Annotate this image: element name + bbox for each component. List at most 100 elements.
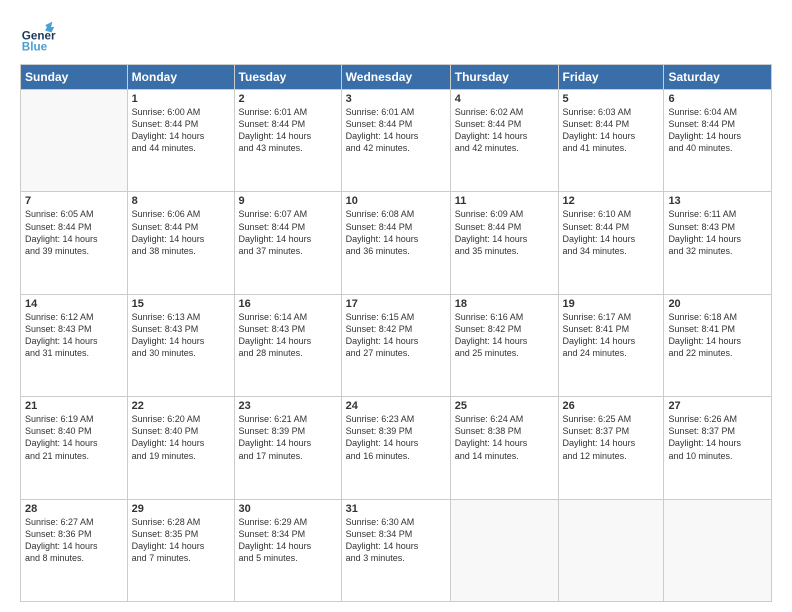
svg-text:Blue: Blue (22, 40, 48, 53)
calendar-cell: 4Sunrise: 6:02 AM Sunset: 8:44 PM Daylig… (450, 90, 558, 192)
day-info: Sunrise: 6:13 AM Sunset: 8:43 PM Dayligh… (132, 311, 230, 360)
calendar-cell: 25Sunrise: 6:24 AM Sunset: 8:38 PM Dayli… (450, 397, 558, 499)
calendar-cell: 24Sunrise: 6:23 AM Sunset: 8:39 PM Dayli… (341, 397, 450, 499)
calendar-cell: 31Sunrise: 6:30 AM Sunset: 8:34 PM Dayli… (341, 499, 450, 601)
day-number: 19 (563, 298, 660, 310)
day-info: Sunrise: 6:15 AM Sunset: 8:42 PM Dayligh… (346, 311, 446, 360)
day-number: 2 (239, 93, 337, 105)
day-info: Sunrise: 6:00 AM Sunset: 8:44 PM Dayligh… (132, 106, 230, 155)
calendar-cell: 30Sunrise: 6:29 AM Sunset: 8:34 PM Dayli… (234, 499, 341, 601)
calendar-dow-saturday: Saturday (664, 65, 772, 90)
calendar-cell: 26Sunrise: 6:25 AM Sunset: 8:37 PM Dayli… (558, 397, 664, 499)
day-number: 10 (346, 195, 446, 207)
day-info: Sunrise: 6:09 AM Sunset: 8:44 PM Dayligh… (455, 208, 554, 257)
day-info: Sunrise: 6:29 AM Sunset: 8:34 PM Dayligh… (239, 516, 337, 565)
day-number: 16 (239, 298, 337, 310)
day-number: 29 (132, 503, 230, 515)
calendar-cell: 19Sunrise: 6:17 AM Sunset: 8:41 PM Dayli… (558, 294, 664, 396)
calendar-week-5: 28Sunrise: 6:27 AM Sunset: 8:36 PM Dayli… (21, 499, 772, 601)
day-number: 9 (239, 195, 337, 207)
calendar-dow-friday: Friday (558, 65, 664, 90)
calendar-week-3: 14Sunrise: 6:12 AM Sunset: 8:43 PM Dayli… (21, 294, 772, 396)
day-info: Sunrise: 6:28 AM Sunset: 8:35 PM Dayligh… (132, 516, 230, 565)
day-info: Sunrise: 6:08 AM Sunset: 8:44 PM Dayligh… (346, 208, 446, 257)
day-number: 21 (25, 400, 123, 412)
day-info: Sunrise: 6:10 AM Sunset: 8:44 PM Dayligh… (563, 208, 660, 257)
day-number: 14 (25, 298, 123, 310)
day-info: Sunrise: 6:04 AM Sunset: 8:44 PM Dayligh… (668, 106, 767, 155)
day-number: 27 (668, 400, 767, 412)
calendar-cell: 29Sunrise: 6:28 AM Sunset: 8:35 PM Dayli… (127, 499, 234, 601)
day-number: 18 (455, 298, 554, 310)
day-info: Sunrise: 6:19 AM Sunset: 8:40 PM Dayligh… (25, 413, 123, 462)
day-number: 22 (132, 400, 230, 412)
day-info: Sunrise: 6:21 AM Sunset: 8:39 PM Dayligh… (239, 413, 337, 462)
header: General Blue (20, 18, 772, 54)
day-number: 12 (563, 195, 660, 207)
calendar-cell: 22Sunrise: 6:20 AM Sunset: 8:40 PM Dayli… (127, 397, 234, 499)
day-number: 24 (346, 400, 446, 412)
calendar-cell: 27Sunrise: 6:26 AM Sunset: 8:37 PM Dayli… (664, 397, 772, 499)
day-info: Sunrise: 6:06 AM Sunset: 8:44 PM Dayligh… (132, 208, 230, 257)
day-info: Sunrise: 6:18 AM Sunset: 8:41 PM Dayligh… (668, 311, 767, 360)
calendar-cell: 5Sunrise: 6:03 AM Sunset: 8:44 PM Daylig… (558, 90, 664, 192)
calendar-dow-tuesday: Tuesday (234, 65, 341, 90)
calendar-week-1: 1Sunrise: 6:00 AM Sunset: 8:44 PM Daylig… (21, 90, 772, 192)
logo: General Blue (20, 18, 56, 54)
day-info: Sunrise: 6:12 AM Sunset: 8:43 PM Dayligh… (25, 311, 123, 360)
day-info: Sunrise: 6:17 AM Sunset: 8:41 PM Dayligh… (563, 311, 660, 360)
day-number: 13 (668, 195, 767, 207)
calendar-dow-thursday: Thursday (450, 65, 558, 90)
calendar-week-2: 7Sunrise: 6:05 AM Sunset: 8:44 PM Daylig… (21, 192, 772, 294)
calendar-cell: 28Sunrise: 6:27 AM Sunset: 8:36 PM Dayli… (21, 499, 128, 601)
day-number: 26 (563, 400, 660, 412)
calendar-header-row: SundayMondayTuesdayWednesdayThursdayFrid… (21, 65, 772, 90)
calendar-cell (558, 499, 664, 601)
day-number: 11 (455, 195, 554, 207)
day-info: Sunrise: 6:30 AM Sunset: 8:34 PM Dayligh… (346, 516, 446, 565)
logo-icon: General Blue (20, 18, 56, 54)
day-info: Sunrise: 6:11 AM Sunset: 8:43 PM Dayligh… (668, 208, 767, 257)
calendar-cell: 8Sunrise: 6:06 AM Sunset: 8:44 PM Daylig… (127, 192, 234, 294)
calendar-cell: 10Sunrise: 6:08 AM Sunset: 8:44 PM Dayli… (341, 192, 450, 294)
day-info: Sunrise: 6:16 AM Sunset: 8:42 PM Dayligh… (455, 311, 554, 360)
calendar-cell: 12Sunrise: 6:10 AM Sunset: 8:44 PM Dayli… (558, 192, 664, 294)
day-number: 20 (668, 298, 767, 310)
day-number: 23 (239, 400, 337, 412)
calendar-cell (21, 90, 128, 192)
calendar-cell: 11Sunrise: 6:09 AM Sunset: 8:44 PM Dayli… (450, 192, 558, 294)
day-info: Sunrise: 6:03 AM Sunset: 8:44 PM Dayligh… (563, 106, 660, 155)
calendar-cell: 9Sunrise: 6:07 AM Sunset: 8:44 PM Daylig… (234, 192, 341, 294)
day-info: Sunrise: 6:23 AM Sunset: 8:39 PM Dayligh… (346, 413, 446, 462)
day-info: Sunrise: 6:05 AM Sunset: 8:44 PM Dayligh… (25, 208, 123, 257)
day-info: Sunrise: 6:20 AM Sunset: 8:40 PM Dayligh… (132, 413, 230, 462)
day-number: 30 (239, 503, 337, 515)
calendar-cell: 7Sunrise: 6:05 AM Sunset: 8:44 PM Daylig… (21, 192, 128, 294)
day-number: 15 (132, 298, 230, 310)
calendar-cell: 3Sunrise: 6:01 AM Sunset: 8:44 PM Daylig… (341, 90, 450, 192)
day-info: Sunrise: 6:25 AM Sunset: 8:37 PM Dayligh… (563, 413, 660, 462)
day-number: 8 (132, 195, 230, 207)
day-number: 28 (25, 503, 123, 515)
day-info: Sunrise: 6:07 AM Sunset: 8:44 PM Dayligh… (239, 208, 337, 257)
calendar-cell: 1Sunrise: 6:00 AM Sunset: 8:44 PM Daylig… (127, 90, 234, 192)
calendar-cell: 15Sunrise: 6:13 AM Sunset: 8:43 PM Dayli… (127, 294, 234, 396)
day-number: 5 (563, 93, 660, 105)
day-info: Sunrise: 6:02 AM Sunset: 8:44 PM Dayligh… (455, 106, 554, 155)
calendar-table: SundayMondayTuesdayWednesdayThursdayFrid… (20, 64, 772, 602)
day-info: Sunrise: 6:01 AM Sunset: 8:44 PM Dayligh… (346, 106, 446, 155)
day-info: Sunrise: 6:14 AM Sunset: 8:43 PM Dayligh… (239, 311, 337, 360)
calendar-cell (450, 499, 558, 601)
calendar-cell: 2Sunrise: 6:01 AM Sunset: 8:44 PM Daylig… (234, 90, 341, 192)
calendar-cell: 23Sunrise: 6:21 AM Sunset: 8:39 PM Dayli… (234, 397, 341, 499)
day-info: Sunrise: 6:24 AM Sunset: 8:38 PM Dayligh… (455, 413, 554, 462)
calendar-cell: 20Sunrise: 6:18 AM Sunset: 8:41 PM Dayli… (664, 294, 772, 396)
calendar-cell: 16Sunrise: 6:14 AM Sunset: 8:43 PM Dayli… (234, 294, 341, 396)
calendar-cell: 21Sunrise: 6:19 AM Sunset: 8:40 PM Dayli… (21, 397, 128, 499)
calendar-week-4: 21Sunrise: 6:19 AM Sunset: 8:40 PM Dayli… (21, 397, 772, 499)
calendar-cell: 17Sunrise: 6:15 AM Sunset: 8:42 PM Dayli… (341, 294, 450, 396)
day-info: Sunrise: 6:26 AM Sunset: 8:37 PM Dayligh… (668, 413, 767, 462)
day-info: Sunrise: 6:01 AM Sunset: 8:44 PM Dayligh… (239, 106, 337, 155)
calendar-dow-wednesday: Wednesday (341, 65, 450, 90)
calendar-cell: 13Sunrise: 6:11 AM Sunset: 8:43 PM Dayli… (664, 192, 772, 294)
